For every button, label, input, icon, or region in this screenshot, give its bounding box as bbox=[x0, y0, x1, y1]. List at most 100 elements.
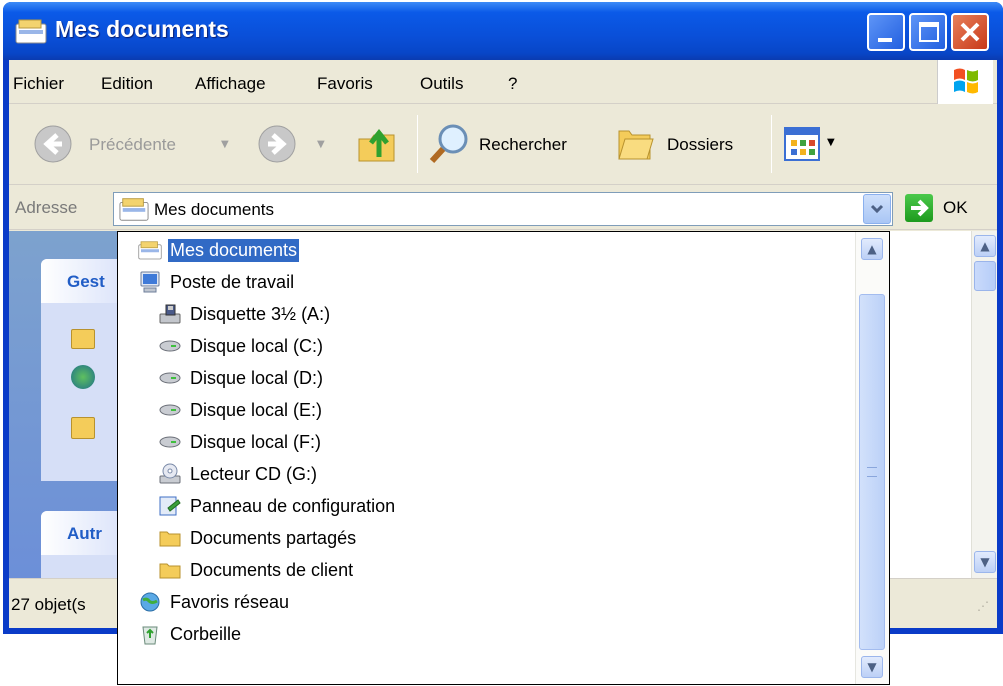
dropdown-item-label: Poste de travail bbox=[170, 271, 295, 292]
forward-arrow-icon bbox=[258, 125, 296, 163]
menu-outils[interactable]: Outils bbox=[420, 74, 463, 94]
my-documents-icon bbox=[138, 241, 162, 260]
new-folder-icon[interactable] bbox=[71, 329, 95, 349]
folder-icon bbox=[159, 563, 181, 579]
up-folder-button[interactable] bbox=[353, 119, 403, 169]
file-list-scrollbar[interactable]: ▲ ▼ bbox=[971, 231, 997, 578]
maximize-icon bbox=[919, 22, 939, 42]
dropdown-item-recycle-bin[interactable]: Corbeille bbox=[138, 619, 243, 649]
dropdown-scrollbar[interactable]: ▲ ▼ bbox=[855, 232, 889, 684]
address-value: Mes documents bbox=[154, 200, 274, 219]
resize-grip-icon[interactable]: ⋰ bbox=[977, 599, 993, 617]
search-label: Rechercher bbox=[479, 135, 567, 154]
network-places-icon bbox=[140, 592, 160, 612]
scroll-up-button[interactable]: ▲ bbox=[974, 235, 996, 257]
toolbar-separator bbox=[771, 115, 772, 173]
dropdown-item-cd-drive[interactable]: Lecteur CD (G:) bbox=[158, 459, 319, 489]
go-arrow-icon bbox=[911, 199, 929, 217]
folders-button[interactable]: Dossiers bbox=[611, 119, 761, 169]
menu-affichage[interactable]: Affichage bbox=[195, 74, 266, 94]
go-label[interactable]: OK bbox=[943, 198, 968, 218]
views-icon bbox=[784, 127, 820, 161]
menu-help[interactable]: ? bbox=[508, 74, 517, 94]
dropdown-item-shared-documents[interactable]: Documents partagés bbox=[158, 523, 358, 553]
control-panel-icon bbox=[159, 496, 181, 516]
hard-drive-icon bbox=[159, 340, 181, 352]
folders-icon bbox=[618, 130, 654, 160]
windows-logo bbox=[937, 60, 993, 104]
dropdown-item-label: Disquette 3½ (A:) bbox=[190, 303, 331, 324]
folder-icon bbox=[159, 531, 181, 547]
dropdown-item-label: Favoris réseau bbox=[170, 591, 290, 612]
cd-drive-icon bbox=[159, 463, 181, 484]
menu-bar: Fichier Edition Affichage Favoris Outils… bbox=[9, 60, 997, 104]
address-combobox[interactable]: Mes documents bbox=[113, 192, 893, 226]
dropdown-item-label: Disque local (E:) bbox=[190, 399, 323, 420]
minimize-icon bbox=[878, 38, 892, 42]
go-button[interactable] bbox=[905, 194, 933, 222]
back-button[interactable]: Précédente ▼ bbox=[29, 119, 229, 169]
scroll-up-button[interactable]: ▲ bbox=[861, 238, 883, 260]
hard-drive-icon bbox=[159, 436, 181, 448]
toolbar-separator bbox=[417, 115, 418, 173]
hard-drive-icon bbox=[159, 404, 181, 416]
menu-favoris[interactable]: Favoris bbox=[317, 74, 373, 94]
dropdown-item-label: Documents de client bbox=[190, 559, 354, 580]
views-button[interactable]: ▼ bbox=[781, 121, 845, 167]
title-bar[interactable]: Mes documents bbox=[3, 2, 1003, 60]
close-button[interactable] bbox=[951, 13, 989, 51]
dropdown-item-label: Disque local (F:) bbox=[190, 431, 322, 452]
windows-flag-icon bbox=[954, 68, 978, 94]
forward-button[interactable]: ▼ bbox=[253, 119, 333, 169]
dropdown-item-drive-e[interactable]: Disque local (E:) bbox=[158, 395, 324, 425]
dropdown-item-drive-d[interactable]: Disque local (D:) bbox=[158, 363, 325, 393]
my-computer-icon bbox=[140, 271, 160, 293]
dropdown-item-floppy[interactable]: Disquette 3½ (A:) bbox=[158, 299, 332, 329]
dropdown-item-drive-f[interactable]: Disque local (F:) bbox=[158, 427, 323, 457]
address-dropdown-button[interactable] bbox=[863, 194, 891, 224]
scroll-grip-icon bbox=[867, 467, 877, 477]
search-icon bbox=[429, 124, 468, 164]
dropdown-item-client-documents[interactable]: Documents de client bbox=[158, 555, 355, 585]
menu-edition[interactable]: Edition bbox=[101, 74, 153, 94]
floppy-drive-icon bbox=[159, 304, 181, 324]
dropdown-item-network-places[interactable]: Favoris réseau bbox=[138, 587, 291, 617]
dropdown-item-my-computer[interactable]: Poste de travail bbox=[138, 267, 296, 297]
publish-web-icon[interactable] bbox=[71, 365, 95, 389]
dropdown-item-label: Disque local (C:) bbox=[190, 335, 324, 356]
scroll-down-button[interactable]: ▼ bbox=[974, 551, 996, 573]
back-dropdown-icon: ▼ bbox=[221, 139, 229, 150]
address-bar: Adresse Mes documents OK bbox=[9, 186, 997, 230]
share-folder-icon[interactable] bbox=[71, 417, 95, 439]
address-dropdown-list: Mes documents Poste de travail Disquette… bbox=[117, 231, 890, 685]
dropdown-item-label: Disque local (D:) bbox=[190, 367, 324, 388]
my-documents-icon bbox=[15, 19, 47, 44]
maximize-button[interactable] bbox=[909, 13, 947, 51]
recycle-bin-icon bbox=[142, 626, 158, 645]
back-arrow-icon bbox=[34, 125, 72, 163]
back-label: Précédente bbox=[89, 135, 176, 154]
task-pane: Gest Autr bbox=[9, 231, 171, 581]
close-icon bbox=[960, 22, 980, 42]
scroll-down-button[interactable]: ▼ bbox=[861, 656, 883, 678]
dropdown-item-label: Lecteur CD (G:) bbox=[190, 463, 318, 484]
my-documents-icon bbox=[119, 198, 149, 221]
forward-dropdown-icon: ▼ bbox=[317, 139, 325, 150]
views-dropdown-icon: ▼ bbox=[827, 137, 835, 148]
dropdown-item-label: Documents partagés bbox=[190, 527, 357, 548]
minimize-button[interactable] bbox=[867, 13, 905, 51]
dropdown-item-drive-c[interactable]: Disque local (C:) bbox=[158, 331, 325, 361]
menu-fichier[interactable]: Fichier bbox=[13, 74, 64, 94]
scroll-thumb[interactable] bbox=[859, 294, 885, 650]
dropdown-item-label: Panneau de configuration bbox=[190, 495, 396, 516]
dropdown-item-my-documents[interactable]: Mes documents bbox=[138, 235, 300, 265]
dropdown-item-control-panel[interactable]: Panneau de configuration bbox=[158, 491, 397, 521]
scroll-thumb[interactable] bbox=[974, 261, 996, 291]
dropdown-item-label: Mes documents bbox=[168, 238, 300, 262]
address-label: Adresse bbox=[15, 198, 78, 217]
search-button[interactable]: Rechercher bbox=[425, 119, 601, 169]
folders-label: Dossiers bbox=[667, 135, 734, 154]
dropdown-item-label: Corbeille bbox=[170, 623, 242, 644]
hard-drive-icon bbox=[159, 372, 181, 384]
window-title: Mes documents bbox=[55, 16, 229, 42]
